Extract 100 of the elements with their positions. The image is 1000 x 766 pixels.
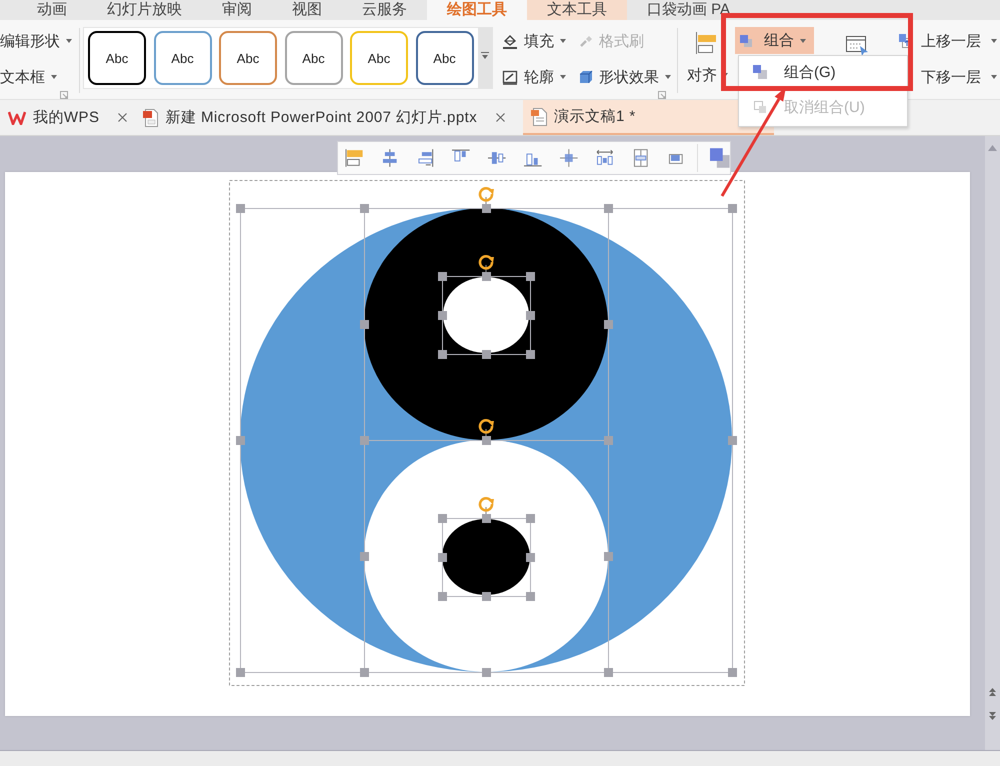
resize-handle[interactable] — [438, 592, 447, 601]
document-icon — [531, 108, 548, 126]
style-tile[interactable]: Abc — [219, 31, 277, 85]
resize-handle[interactable] — [482, 204, 491, 213]
rotate-handle[interactable] — [478, 419, 494, 436]
ribbon-tab[interactable]: 视图 — [272, 0, 342, 20]
outline-icon — [502, 70, 518, 84]
resize-handle[interactable] — [360, 204, 369, 213]
resize-handle[interactable] — [360, 436, 369, 445]
caret-icon — [991, 75, 997, 79]
resize-handle[interactable] — [482, 668, 491, 677]
document-tab[interactable]: 我的WPS — [0, 100, 136, 135]
app-logo-icon — [8, 110, 26, 124]
selection-pane-icon[interactable] — [846, 36, 869, 56]
close-icon[interactable] — [496, 113, 506, 122]
scrollbar[interactable] — [985, 136, 1000, 750]
resize-handle[interactable] — [526, 350, 535, 359]
resize-handle[interactable] — [482, 350, 491, 359]
shape-edit-button[interactable]: 编辑形状 — [0, 30, 76, 52]
gallery-more-icon[interactable] — [480, 52, 489, 59]
ribbon-tab[interactable]: 云服务 — [342, 0, 427, 20]
close-icon[interactable] — [118, 113, 128, 122]
resize-handle[interactable] — [482, 514, 491, 523]
align-icon[interactable] — [695, 32, 717, 54]
caret-icon — [560, 39, 566, 43]
resize-handle[interactable] — [236, 436, 245, 445]
style-tile[interactable]: Abc — [284, 31, 342, 85]
ribbon-tab[interactable]: 动画 — [17, 0, 87, 20]
resize-handle[interactable] — [438, 350, 447, 359]
distribute-horizontal-icon[interactable] — [596, 149, 614, 167]
resize-handle[interactable] — [360, 320, 369, 329]
menu-item[interactable]: 组合(G) — [739, 59, 907, 85]
ribbon-tab[interactable]: 文本工具 — [527, 0, 627, 20]
rotate-handle[interactable] — [478, 255, 494, 272]
paint-bucket-icon — [502, 34, 518, 48]
resize-handle[interactable] — [482, 272, 491, 281]
resize-handle[interactable] — [604, 204, 613, 213]
ribbon-tab[interactable]: 口袋动画 PA — [627, 0, 750, 20]
style-tile[interactable]: Abc — [88, 31, 146, 85]
resize-handle[interactable] — [604, 552, 613, 561]
ungroup-icon — [753, 100, 767, 114]
resize-handle[interactable] — [438, 514, 447, 523]
resize-handle[interactable] — [604, 668, 613, 677]
caret-icon — [991, 39, 997, 43]
caret-icon — [66, 39, 72, 43]
dialog-launcher-icon[interactable] — [60, 91, 68, 99]
center-icon[interactable] — [560, 149, 578, 167]
resize-handle[interactable] — [604, 436, 613, 445]
resize-handle[interactable] — [438, 553, 447, 562]
resize-handle[interactable] — [236, 204, 245, 213]
style-tile[interactable]: Abc — [154, 31, 212, 85]
ribbon-tab[interactable]: 幻灯片放映 — [87, 0, 202, 20]
bring-forward-button[interactable]: 上移一层 — [899, 30, 997, 52]
caret-icon — [665, 75, 671, 79]
resize-handle[interactable] — [438, 311, 447, 320]
group-icon — [740, 34, 752, 46]
caret-icon — [51, 75, 57, 79]
align-center-icon[interactable] — [380, 149, 398, 167]
resize-handle[interactable] — [728, 204, 737, 213]
style-tile[interactable]: Abc — [416, 31, 474, 85]
brush-icon — [579, 34, 593, 48]
previous-slide-icon[interactable] — [989, 688, 996, 696]
group-button[interactable]: 组合 — [735, 27, 814, 54]
resize-handle[interactable] — [728, 436, 737, 445]
bring-forward-icon — [899, 34, 911, 48]
rotate-handle[interactable] — [478, 497, 494, 514]
group-icon — [753, 65, 767, 79]
style-tile[interactable]: Abc — [350, 31, 408, 85]
cube-icon — [579, 70, 593, 84]
fill-button[interactable]: 填充 — [502, 30, 579, 52]
dialog-launcher-icon[interactable] — [658, 91, 666, 99]
resize-handle[interactable] — [728, 668, 737, 677]
resize-handle[interactable] — [526, 553, 535, 562]
notes-pane[interactable] — [0, 750, 1000, 766]
next-slide-icon[interactable] — [989, 712, 996, 720]
resize-handle[interactable] — [526, 592, 535, 601]
ribbon-tab[interactable]: 审阅 — [202, 0, 272, 20]
resize-handle[interactable] — [604, 320, 613, 329]
resize-handle[interactable] — [482, 436, 491, 445]
resize-handle[interactable] — [360, 668, 369, 677]
align-middle-icon[interactable] — [488, 149, 506, 167]
resize-handle[interactable] — [438, 272, 447, 281]
align-right-icon[interactable] — [416, 149, 434, 167]
resize-handle[interactable] — [526, 514, 535, 523]
outline-button[interactable]: 轮廓 — [502, 66, 579, 88]
shape-effect-button[interactable]: 形状效果 — [579, 66, 674, 88]
resize-handle[interactable] — [236, 668, 245, 677]
group-icon[interactable] — [710, 148, 730, 168]
resize-handle[interactable] — [360, 552, 369, 561]
distribute-vertical-icon[interactable] — [632, 149, 650, 167]
textbox-button[interactable]: 文本框 — [0, 66, 76, 88]
align-button[interactable]: 对齐 — [687, 64, 728, 86]
resize-handle[interactable] — [482, 592, 491, 601]
presentation-file-icon — [143, 108, 158, 126]
align-left-icon[interactable] — [345, 149, 363, 167]
scroll-up-icon[interactable] — [988, 145, 997, 151]
resize-handle[interactable] — [526, 311, 535, 320]
resize-handle[interactable] — [526, 272, 535, 281]
rotate-handle[interactable] — [478, 187, 494, 204]
document-tab[interactable]: 新建 Microsoft PowerPoint 2007 幻灯片.pptx — [135, 100, 514, 135]
